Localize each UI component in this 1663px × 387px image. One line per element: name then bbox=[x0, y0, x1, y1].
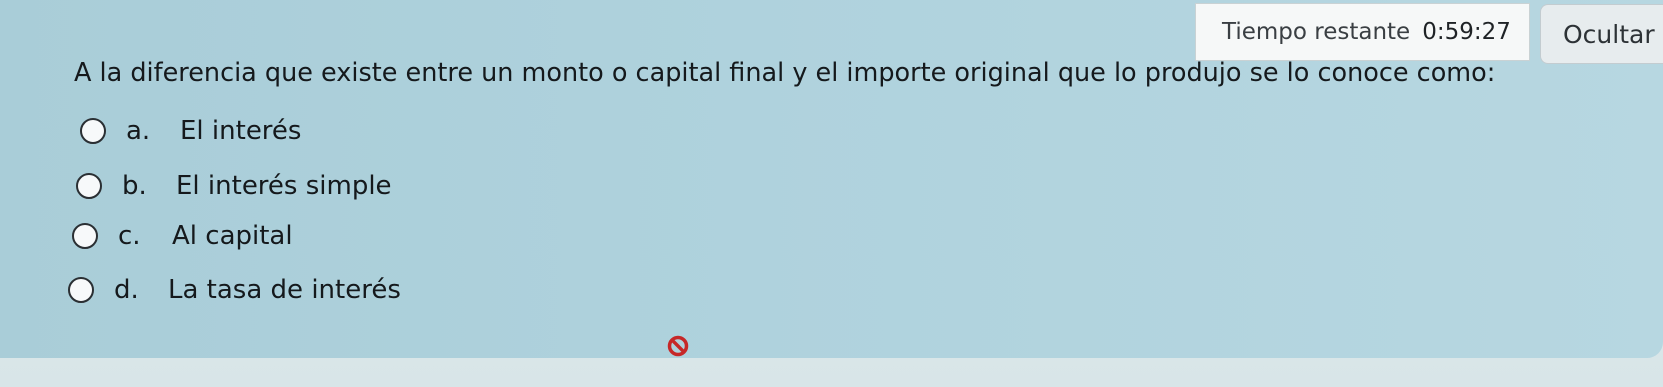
option-label: La tasa de interés bbox=[168, 275, 401, 305]
option-label: Al capital bbox=[172, 221, 293, 251]
timer-box: Tiempo restante 0:59:27 bbox=[1195, 3, 1530, 61]
option-letter: c. bbox=[118, 221, 141, 251]
option-label: El interés bbox=[180, 116, 302, 146]
option-a[interactable]: a. El interés bbox=[80, 116, 301, 146]
radio-button-b[interactable] bbox=[76, 173, 102, 199]
radio-button-c[interactable] bbox=[72, 223, 98, 249]
option-letter: b. bbox=[122, 171, 147, 201]
hide-timer-button[interactable]: Ocultar bbox=[1540, 4, 1663, 64]
question-text: A la diferencia que existe entre un mont… bbox=[74, 58, 1496, 88]
option-letter: d. bbox=[114, 275, 139, 305]
option-c[interactable]: c. Al capital bbox=[72, 221, 293, 251]
timer-label: Tiempo restante bbox=[1222, 19, 1411, 45]
option-letter: a. bbox=[126, 116, 151, 146]
option-d[interactable]: d. La tasa de interés bbox=[68, 275, 401, 305]
option-label: El interés simple bbox=[176, 171, 392, 201]
radio-button-a[interactable] bbox=[80, 118, 106, 144]
timer-value: 0:59:27 bbox=[1422, 19, 1511, 45]
option-b[interactable]: b. El interés simple bbox=[76, 171, 392, 201]
prohibited-icon bbox=[667, 335, 689, 357]
radio-button-d[interactable] bbox=[68, 277, 94, 303]
